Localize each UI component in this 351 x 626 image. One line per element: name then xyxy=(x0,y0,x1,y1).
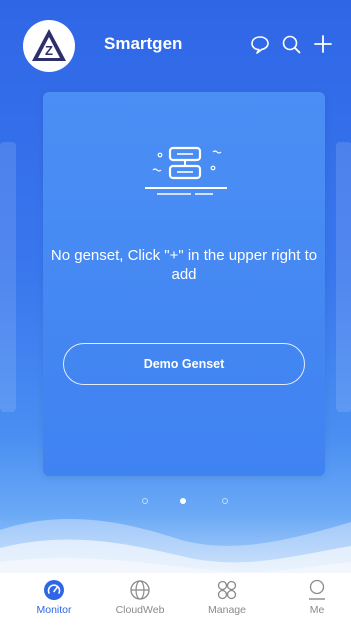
tab-monitor[interactable]: Monitor xyxy=(14,579,94,625)
tab-label: Monitor xyxy=(36,604,72,616)
tab-label: Manage xyxy=(208,604,246,616)
brand-name: Smartgen xyxy=(104,34,183,53)
empty-server-icon xyxy=(135,144,235,214)
search-icon[interactable] xyxy=(280,33,302,55)
plus-icon[interactable] xyxy=(312,33,334,55)
tab-manage[interactable]: Manage xyxy=(187,579,267,625)
smartgen-logo-icon[interactable]: Z xyxy=(23,20,75,72)
demo-genset-button[interactable]: Demo Genset xyxy=(63,343,305,385)
header: Z Smartgen xyxy=(0,0,351,90)
user-icon xyxy=(309,579,325,600)
grid-icon xyxy=(217,580,237,600)
tab-cloudweb[interactable]: CloudWeb xyxy=(100,579,180,625)
tab-label: CloudWeb xyxy=(115,604,165,616)
monitor-gauge-icon xyxy=(44,580,64,600)
tab-label: Me xyxy=(309,604,325,616)
genset-card: No genset, Click "+" in the upper right … xyxy=(43,92,325,476)
svg-text:Z: Z xyxy=(45,43,53,58)
globe-icon xyxy=(130,580,150,600)
bottom-tab-bar: Monitor CloudWeb Manage Me xyxy=(0,573,351,626)
next-card-edge[interactable] xyxy=(336,142,351,412)
chat-bubble-icon[interactable] xyxy=(249,33,271,55)
empty-state-message: No genset, Click "+" in the upper right … xyxy=(50,247,318,283)
monitor-screen: Z Smartgen No genset, Click "+" in the u… xyxy=(0,0,351,626)
tab-me[interactable]: Me xyxy=(277,579,351,625)
previous-card-edge[interactable] xyxy=(0,142,16,412)
